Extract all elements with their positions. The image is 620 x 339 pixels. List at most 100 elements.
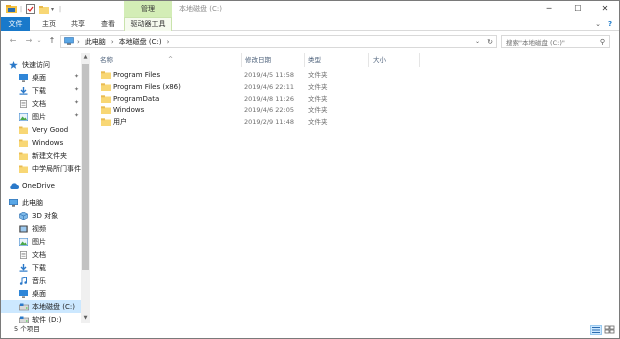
tab-drive-tools[interactable]: 驱动器工具: [124, 17, 172, 31]
expand-ribbon-icon[interactable]: ⌄: [593, 17, 603, 31]
sidebar-item[interactable]: 下载: [1, 261, 81, 274]
file-name: Program Files: [113, 71, 161, 79]
column-date[interactable]: 修改日期: [242, 53, 305, 67]
computer-icon: [64, 36, 74, 47]
document-icon: [19, 250, 28, 259]
address-row: ← → ⌄ ↑ › 此电脑 › 本地磁盘 (C:) › ⌄ ↻ 搜索"本地磁盘 …: [1, 32, 619, 51]
pin-icon[interactable]: ✦: [74, 112, 79, 119]
tab-home[interactable]: 主页: [36, 17, 62, 31]
file-row[interactable]: Program Files 2019/4/5 11:58 文件夹: [98, 69, 378, 81]
video-icon: [19, 225, 28, 233]
minimize-button[interactable]: ─: [536, 1, 562, 17]
sidebar-item-label: 新建文件夹: [32, 151, 67, 160]
breadcrumb-local-disk[interactable]: 本地磁盘 (C:): [119, 37, 162, 47]
search-box[interactable]: 搜索"本地磁盘 (C:)" ⚲: [501, 35, 610, 48]
large-icons-view-icon[interactable]: [604, 325, 616, 335]
new-folder-icon[interactable]: [39, 4, 49, 14]
sidebar-item[interactable]: Very Good: [1, 123, 81, 136]
navigation-pane: 快速访问 桌面 ✦ 下载 ✦ 文档 ✦ 图片 ✦ Very Good Windows 新建文件夹 中学局…: [1, 53, 91, 325]
sidebar-item-label: 图片: [32, 112, 46, 121]
maximize-button[interactable]: ☐: [565, 1, 591, 17]
pin-icon[interactable]: ✦: [74, 86, 79, 93]
item-count: 5 个项目: [14, 325, 40, 333]
column-headers: 名称 ^ 修改日期 类型 大小: [97, 53, 617, 67]
breadcrumb-separator: ›: [166, 37, 170, 46]
up-button[interactable]: ↑: [46, 35, 58, 47]
sidebar-item[interactable]: 本地磁盘 (C:): [1, 300, 81, 313]
folder-icon: [101, 95, 111, 103]
breadcrumb-this-pc[interactable]: 此电脑: [85, 37, 106, 47]
sidebar-item[interactable]: 视频: [1, 222, 81, 235]
address-bar[interactable]: › 此电脑 › 本地磁盘 (C:) › ⌄ ↻: [60, 35, 497, 48]
file-type: 文件夹: [308, 83, 328, 91]
sidebar-item-label: Very Good: [32, 125, 69, 134]
sidebar-item[interactable]: 文档: [1, 248, 81, 261]
sidebar-item[interactable]: 图片: [1, 235, 81, 248]
column-divider[interactable]: [368, 53, 369, 67]
folder-icon: [19, 139, 28, 147]
sidebar-item[interactable]: OneDrive: [1, 179, 81, 192]
music-icon: [19, 275, 28, 285]
file-date: 2019/4/6 22:05: [244, 106, 294, 114]
manage-context-tab[interactable]: 管理: [124, 1, 172, 17]
status-bar: 5 个项目: [1, 323, 619, 338]
folder-icon: [101, 118, 111, 126]
file-name: 用户: [113, 118, 127, 126]
cube-icon: [19, 211, 28, 220]
explorer-app-icon[interactable]: [6, 4, 18, 14]
close-button[interactable]: ✕: [592, 1, 618, 17]
sidebar-item[interactable]: Windows: [1, 136, 81, 149]
file-row[interactable]: Windows 2019/4/6 22:05 文件夹: [98, 104, 378, 116]
sidebar-item[interactable]: 中学局所门事件: [1, 162, 81, 175]
folder-icon: [19, 126, 28, 134]
pin-icon[interactable]: ✦: [74, 99, 79, 106]
sidebar-item-label: 下载: [32, 263, 46, 272]
pin-icon[interactable]: ✦: [74, 73, 79, 80]
column-divider[interactable]: [419, 53, 420, 67]
nav-scrollbar-thumb[interactable]: [82, 64, 89, 270]
ribbon-tabs: 文件 主页 共享 查看 驱动器工具 ⌄ ?: [1, 17, 619, 31]
properties-icon[interactable]: [26, 4, 35, 14]
picture-icon: [19, 112, 28, 121]
back-button[interactable]: ←: [7, 35, 19, 47]
sidebar-item-label: 快速访问: [22, 60, 50, 69]
sidebar-item[interactable]: 下载 ✦: [1, 84, 81, 97]
column-type[interactable]: 类型: [305, 53, 368, 67]
sidebar-item-label: 下载: [32, 86, 46, 95]
refresh-icon[interactable]: ↻: [487, 38, 493, 46]
explorer-window: | ▾ | 管理 本地磁盘 (C:) ─ ☐ ✕ 文件 主页 共享 查看 驱动器…: [0, 0, 620, 339]
cloud-icon: [9, 182, 19, 190]
scroll-up-icon[interactable]: ▲: [81, 54, 90, 60]
tab-view[interactable]: 查看: [95, 17, 121, 31]
help-icon[interactable]: ?: [605, 17, 615, 31]
recent-locations-button[interactable]: ⌄: [35, 35, 43, 47]
tab-file[interactable]: 文件: [1, 17, 30, 31]
file-row[interactable]: Program Files (x86) 2019/4/6 22:11 文件夹: [98, 81, 378, 93]
qa-separator-2: |: [59, 5, 62, 13]
sidebar-item[interactable]: 桌面: [1, 287, 81, 300]
details-view-icon[interactable]: [590, 325, 602, 335]
file-date: 2019/4/6 22:11: [244, 83, 294, 91]
sort-ascending-icon: ^: [168, 56, 174, 63]
sidebar-item[interactable]: 快速访问: [1, 58, 81, 71]
sidebar-item-label: 本地磁盘 (C:): [32, 302, 75, 311]
sidebar-item[interactable]: 桌面 ✦: [1, 71, 81, 84]
folder-icon: [101, 71, 111, 79]
desktop-icon: [19, 73, 28, 82]
file-row[interactable]: 用户 2019/2/9 11:48 文件夹: [98, 116, 378, 128]
title-bar: | ▾ | 管理 本地磁盘 (C:) ─ ☐ ✕: [1, 1, 619, 17]
sidebar-item[interactable]: 3D 对象: [1, 209, 81, 222]
sidebar-item[interactable]: 图片 ✦: [1, 110, 81, 123]
sidebar-item[interactable]: 文档 ✦: [1, 97, 81, 110]
column-size[interactable]: 大小: [370, 53, 420, 67]
sidebar-item[interactable]: 音乐: [1, 274, 81, 287]
sidebar-item[interactable]: 新建文件夹: [1, 149, 81, 162]
sidebar-item[interactable]: 此电脑: [1, 196, 81, 209]
nav-scrollbar[interactable]: ▲ ▼: [81, 53, 90, 325]
tab-share[interactable]: 共享: [65, 17, 91, 31]
search-icon[interactable]: ⚲: [600, 38, 605, 46]
address-dropdown-icon[interactable]: ⌄: [475, 38, 480, 45]
customize-qa-caret-icon[interactable]: ▾: [51, 4, 54, 14]
scroll-down-icon[interactable]: ▼: [81, 315, 90, 321]
forward-button[interactable]: →: [23, 35, 35, 47]
